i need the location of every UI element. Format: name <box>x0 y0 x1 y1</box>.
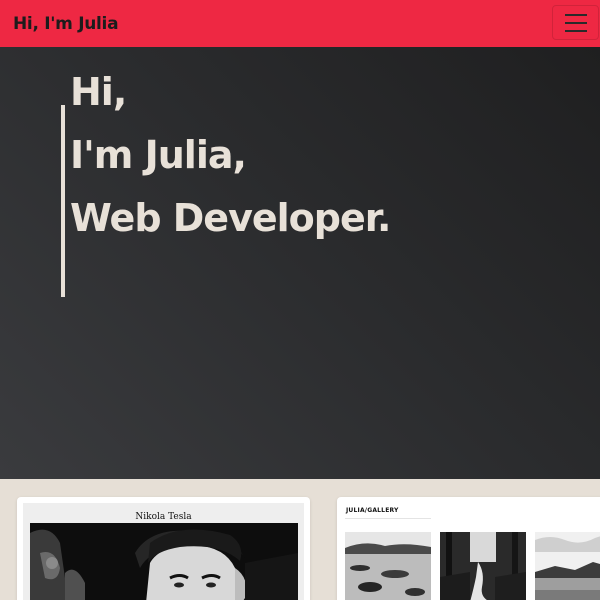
hero-title: Web Developer. <box>70 196 391 240</box>
tesla-portrait-image <box>30 523 298 600</box>
gallery-card[interactable]: JULIA/GALLERY <box>337 497 600 600</box>
hamburger-menu-icon <box>564 29 587 32</box>
gallery-divider <box>345 518 431 519</box>
hero-accent-bar <box>61 105 65 297</box>
gallery-title: JULIA/GALLERY <box>346 507 399 514</box>
brand-link[interactable]: Hi, I'm Julia <box>13 14 119 34</box>
tesla-card-inner: Nikola Tesla <box>23 503 304 600</box>
hamburger-menu-icon <box>564 13 587 16</box>
hero-section: Hi, I'm Julia, Web Developer. <box>0 47 600 479</box>
tesla-card-title: Nikola Tesla <box>135 512 192 522</box>
hero-greeting: Hi, <box>70 70 127 114</box>
hamburger-menu-icon <box>564 21 587 24</box>
hero-name: I'm Julia, <box>70 133 247 177</box>
gallery-thumb-lake[interactable] <box>345 532 431 600</box>
gallery-thumb-mountain-lake[interactable] <box>535 532 600 600</box>
tesla-card[interactable]: Nikola Tesla <box>17 497 310 600</box>
gallery-thumb-forest-stream[interactable] <box>440 532 526 600</box>
navbar: Hi, I'm Julia <box>0 0 600 47</box>
menu-toggle-button[interactable] <box>552 5 599 40</box>
